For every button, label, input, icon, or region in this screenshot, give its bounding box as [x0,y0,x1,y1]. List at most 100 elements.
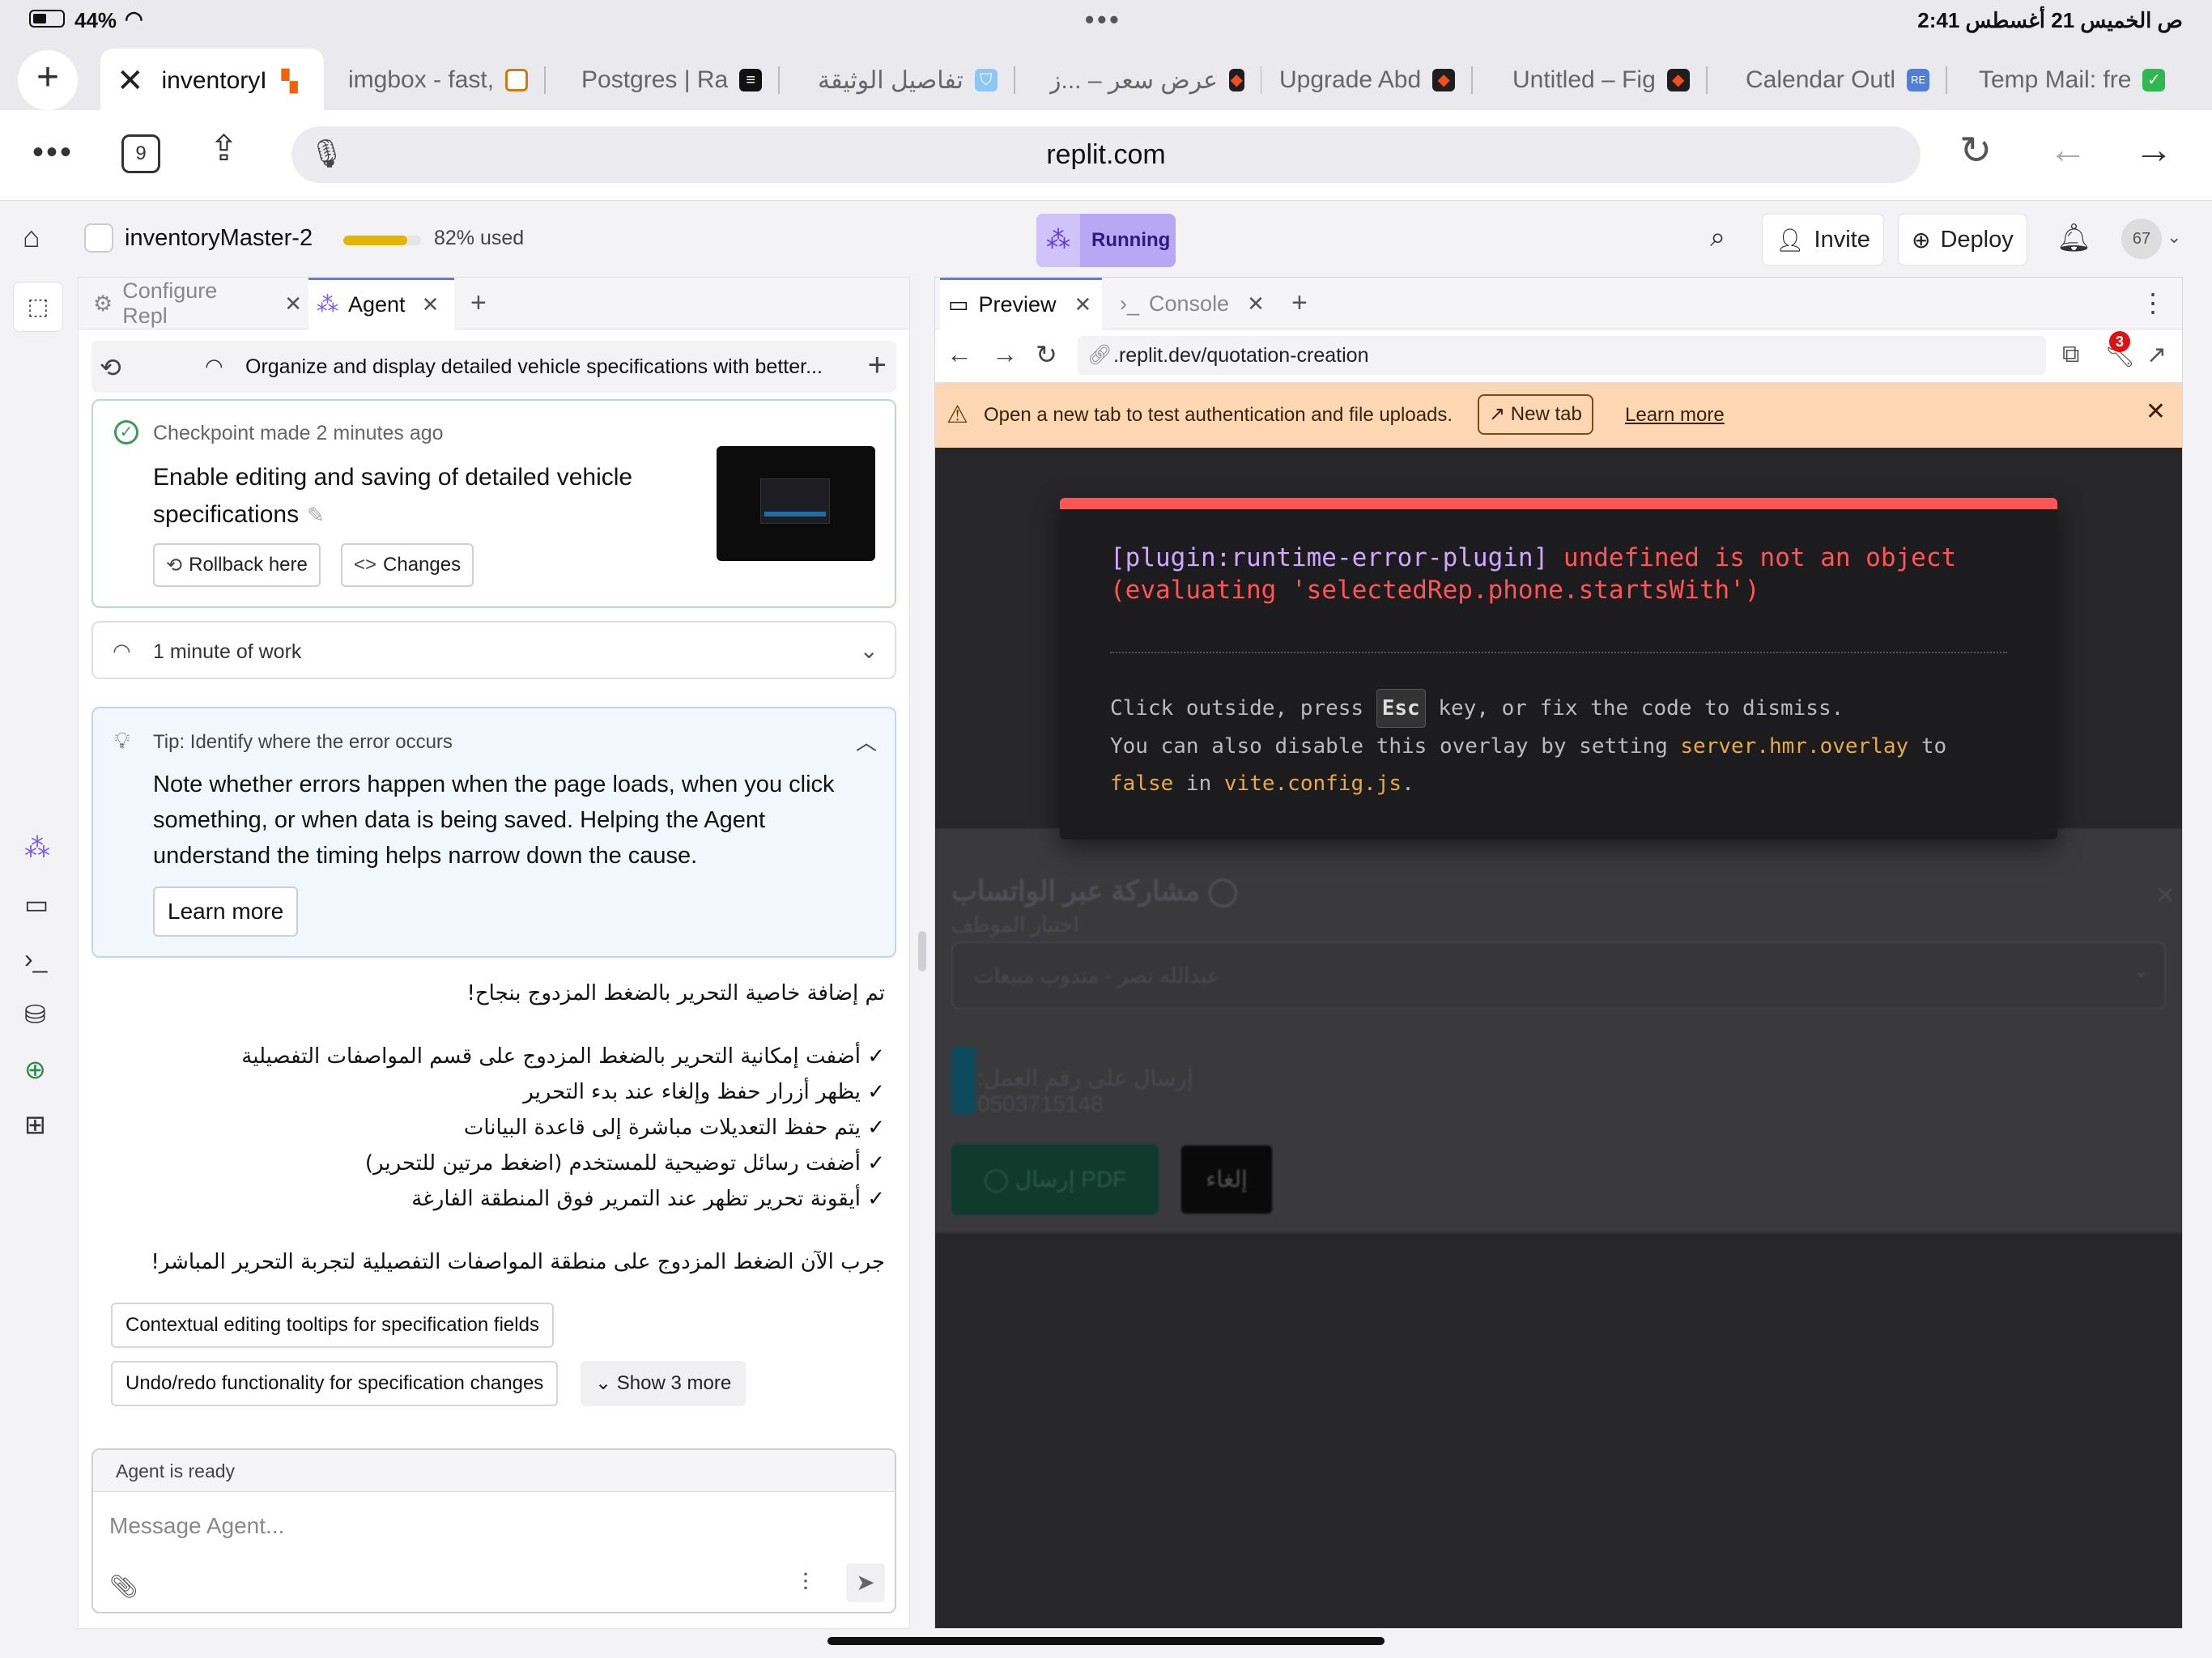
phone-text: إرسال على رقم العمل: 0503715148 [977,1065,1193,1116]
browser-tab[interactable]: ✕ inventoryI ▚ [100,49,324,113]
run-button[interactable]: ⁂ Running [1036,214,1176,267]
preview-url-field[interactable]: 🔗︎ .replit.dev/quotation-creation [1078,336,2046,375]
browser-tab[interactable]: تفاصيل الوثيقة ⛉ [818,50,1030,110]
work-label: 1 minute of work [153,640,302,663]
forward-arrow-icon[interactable]: → [992,339,1018,369]
tab-count-button[interactable]: 9 [121,134,160,173]
search-icon[interactable]: ⌕ [1710,222,1725,253]
browser-tab[interactable]: عرض سعر – ...ز ◆ [1049,50,1261,110]
home-icon[interactable]: ⌂ [23,220,40,254]
deploy-icon: ⊕ [1912,227,1931,253]
url-field[interactable]: 🎙︎ replit.com [291,126,1921,183]
cancel-button[interactable]: إلغاء [1180,1144,1274,1215]
browser-tab[interactable]: Calendar Outl RE [1746,50,1958,110]
learn-more-button[interactable]: Learn more [153,886,299,937]
agent-icon[interactable]: ⁂ [24,832,50,863]
repo-icon: RE [1907,69,1930,91]
history-icon[interactable]: ⟲ [100,352,121,383]
deploy-icon[interactable]: ⊕ [24,1054,46,1085]
paperclip-icon[interactable]: 📎︎ [109,1573,138,1600]
pane-resize-handle[interactable] [918,931,926,971]
close-tab-icon[interactable]: ✕ [117,62,144,100]
tab-configure-repl[interactable]: ⚙ Configure Repl ✕ [88,278,302,329]
thread-header: ⟲ ◠ Organize and display detailed vehicl… [91,341,896,393]
preview-icon[interactable]: ▭ [24,889,49,920]
bell-icon[interactable]: 🔔︎ [2057,222,2091,254]
warning-icon: ⚠ [946,402,968,428]
thread-title[interactable]: Organize and display detailed vehicle sp… [245,355,828,379]
browser-tab[interactable]: Temp Mail: fre ✓ [1979,50,2206,110]
tab-console[interactable]: ›_ Console ✕ [1112,278,1282,329]
tab-agent[interactable]: ⁂ Agent ✕ [308,278,454,329]
multitask-dots-icon[interactable]: ••• [1085,5,1122,35]
close-icon[interactable]: ✕ [284,291,302,317]
changes-button[interactable]: <> Changes [341,543,474,587]
reload-icon[interactable]: ↻ [1036,339,1057,370]
open-external-icon[interactable]: ↗ [2146,341,2167,369]
share-icon[interactable]: ⇪ [209,128,239,169]
repl-name[interactable]: inventoryMaster-2 [125,225,313,252]
error-overlay[interactable]: [plugin:runtime-error-plugin] undefined … [1060,498,2057,840]
chevron-down-icon[interactable]: ⌄ [2167,227,2181,248]
add-tab-icon[interactable]: + [470,287,487,319]
select-element-icon[interactable]: ⬚ [13,282,63,332]
work-number-checkbox[interactable] [951,1047,976,1115]
console-icon[interactable]: ›_ [24,944,47,974]
devices-icon[interactable]: ⧉ [2062,341,2079,368]
tab-preview[interactable]: ▭ Preview ✕ [940,278,1102,329]
close-icon[interactable]: ✕ [422,292,440,317]
checkpoint-meta: Checkpoint made 2 minutes ago [153,422,444,444]
invite-button[interactable]: 👤︎ Invite [1762,214,1884,266]
safari-toolbar: ••• 9 ⇪ 🎙︎ replit.com ↻ ← → [0,110,2212,201]
chevron-up-icon[interactable]: ︿ [856,726,877,756]
figma-icon: ◆ [1432,69,1456,91]
pencil-icon[interactable]: ✎ [307,503,325,527]
browser-tab-title: Upgrade Abd [1279,66,1422,93]
shield-icon: ⛉ [974,69,998,91]
browser-tab[interactable]: Untitled – Fig ◆ [1512,50,1725,110]
reload-icon[interactable]: ↻ [1959,128,1992,173]
back-arrow-icon[interactable]: ← [2048,128,2087,172]
database-icon[interactable]: ⛁ [24,999,46,1030]
new-tab-button[interactable]: + [18,50,78,110]
browser-tab[interactable]: Upgrade Abd ◆ [1279,50,1491,110]
close-icon[interactable]: ✕ [2146,397,2166,426]
railway-icon: ≡ [739,69,763,91]
close-icon[interactable]: ✕ [1074,292,1092,317]
forward-arrow-icon[interactable]: → [2134,128,2173,172]
list-item: ✓ يظهر أزرار حفظ وإلغاء عند بدء التحرير [523,1080,885,1104]
new-thread-icon[interactable]: + [868,347,887,384]
back-arrow-icon[interactable]: ← [946,339,972,369]
avatar[interactable]: 67 [2121,219,2162,259]
browser-tab[interactable]: imgbox - fast, [348,50,560,110]
suggestion-chip[interactable]: Undo/redo functionality for specificatio… [111,1361,559,1406]
send-pdf-button[interactable]: ◯ إرسال PDF [951,1144,1159,1215]
more-icon[interactable]: ••• [32,134,74,171]
deploy-button[interactable]: ⊕ Deploy [1898,214,2027,266]
agent-pane: ⚙ Configure Repl ✕ ⁂ Agent ✕ + ⟲ ◠ Organ… [78,277,910,1629]
employee-select[interactable]: عبدالله نصر - مندوب مبيعات [951,942,2166,1010]
new-tab-button[interactable]: ↗ New tab [1478,394,1593,435]
close-icon[interactable]: ✕ [2155,882,2176,910]
learn-more-link[interactable]: Learn more [1625,404,1725,427]
send-icon[interactable]: ➤ [846,1563,885,1602]
show-more-button[interactable]: ⌄ Show 3 more [581,1361,747,1406]
checkpoint-thumbnail[interactable] [717,446,875,561]
work-summary[interactable]: ◠ 1 minute of work ⌄ [91,621,896,679]
tip-title: Tip: Identify where the error occurs [153,731,453,753]
more-vertical-icon[interactable]: ⋮ [2140,287,2166,318]
apps-grid-icon[interactable]: ⊞ [24,1109,46,1140]
browser-tab[interactable]: Postgres | Ra ≡ [581,50,793,110]
list-item: ✓ أضفت إمكانية التحرير بالضغط المزدوج عل… [241,1044,885,1069]
close-icon[interactable]: ✕ [1247,291,1265,317]
settings-sliders-icon[interactable]: ⫶ [802,1570,809,1597]
gear-icon: ⚙ [93,291,113,316]
tab-label: Agent [348,292,406,317]
url-path: /quotation-creation [1201,344,1369,367]
chevron-down-icon[interactable]: ⌄ [860,637,878,664]
rollback-button[interactable]: ⟲ Rollback here [153,543,321,587]
add-tab-icon[interactable]: + [1291,287,1308,319]
message-input[interactable] [109,1508,838,1544]
list-item: ✓ أضفت رسائل توضيحية للمستخدم (اضغط مرتي… [364,1151,885,1175]
suggestion-chip[interactable]: Contextual editing tooltips for specific… [111,1303,554,1348]
